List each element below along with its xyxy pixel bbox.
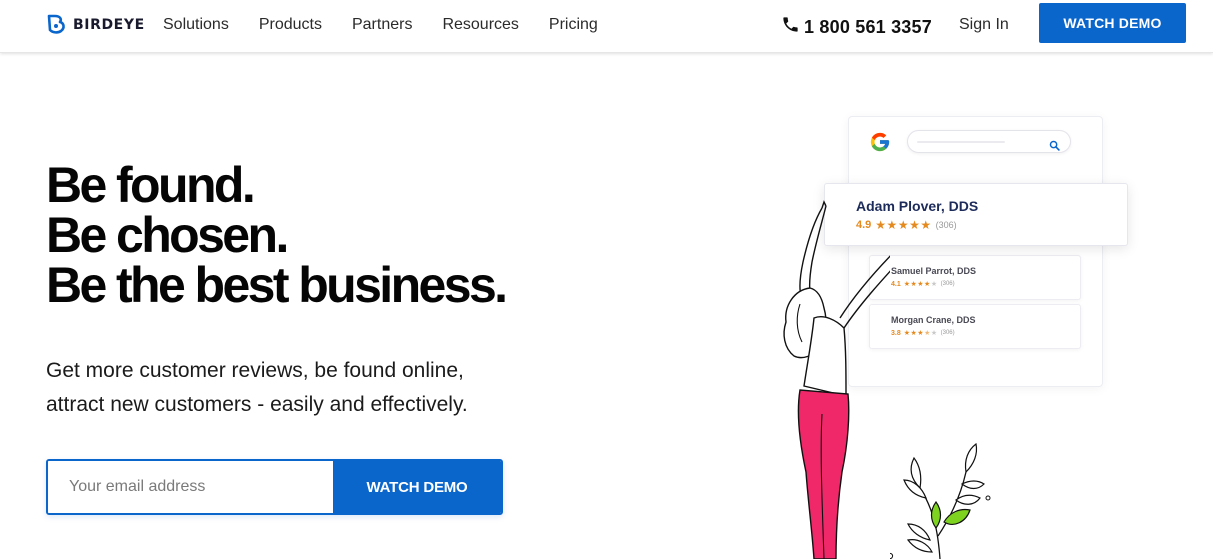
subcopy-line-1: Get more customer reviews, be found onli… bbox=[46, 359, 464, 382]
watch-demo-nav-button[interactable]: WATCH DEMO bbox=[1039, 3, 1186, 43]
headline-line-3: Be the best business. bbox=[46, 257, 508, 313]
main-menu: Solutions Products Partners Resources Pr… bbox=[163, 15, 628, 35]
google-g-icon bbox=[869, 131, 891, 157]
review-count: (306) bbox=[940, 281, 955, 287]
listing-card: Morgan Crane, DDS 3.8 ★★★★★ (306) bbox=[869, 304, 1081, 349]
listing-name: Morgan Crane, DDS bbox=[891, 315, 976, 325]
brand-name: BIRDEYE bbox=[73, 17, 145, 33]
star-rating-icon: ★★★★★ bbox=[903, 280, 938, 288]
phone-link[interactable]: 1 800 561 3357 bbox=[781, 15, 932, 38]
nav-item-products[interactable]: Products bbox=[259, 15, 322, 35]
nav-item-resources[interactable]: Resources bbox=[442, 15, 518, 35]
hero-headline: Be found. Be chosen. Be the best busines… bbox=[46, 157, 508, 313]
plant-illustration bbox=[886, 440, 1000, 559]
demo-signup-form: WATCH DEMO bbox=[46, 459, 503, 515]
nav-item-pricing[interactable]: Pricing bbox=[549, 15, 598, 35]
review-count: (306) bbox=[940, 330, 955, 336]
magnifier-icon bbox=[1049, 136, 1060, 155]
email-input[interactable] bbox=[48, 461, 333, 513]
listing-rating: 3.8 ★★★★★ (306) bbox=[891, 329, 955, 337]
rating-value: 3.8 bbox=[891, 329, 901, 337]
watch-demo-form-button[interactable]: WATCH DEMO bbox=[333, 461, 501, 513]
listing-name: Samuel Parrot, DDS bbox=[891, 266, 977, 276]
review-count: (306) bbox=[935, 220, 957, 230]
birdeye-logo-icon bbox=[46, 14, 68, 36]
search-bar-placeholder-line bbox=[917, 141, 1005, 143]
phone-icon bbox=[781, 15, 800, 38]
nav-item-solutions[interactable]: Solutions bbox=[163, 15, 229, 35]
rating-value: 4.1 bbox=[891, 280, 901, 288]
sign-in-link[interactable]: Sign In bbox=[959, 15, 1009, 35]
phone-number: 1 800 561 3357 bbox=[804, 16, 932, 37]
nav-item-partners[interactable]: Partners bbox=[352, 15, 412, 35]
star-rating-icon: ★★★★★ bbox=[903, 329, 938, 337]
top-navigation-bar: BIRDEYE Solutions Products Partners Reso… bbox=[0, 0, 1213, 53]
hero-subcopy: Get more customer reviews, be found onli… bbox=[46, 354, 606, 422]
brand-logo[interactable]: BIRDEYE bbox=[46, 13, 145, 37]
headline-line-2: Be chosen. bbox=[46, 207, 289, 263]
headline-line-1: Be found. bbox=[46, 157, 256, 213]
subcopy-line-2: attract new customers - easily and effec… bbox=[46, 393, 468, 416]
search-bar bbox=[907, 130, 1071, 153]
woman-reaching-illustration bbox=[770, 200, 905, 559]
listing-rating: 4.1 ★★★★★ (306) bbox=[891, 280, 955, 288]
listing-card: Samuel Parrot, DDS 4.1 ★★★★★ (306) bbox=[869, 255, 1081, 300]
